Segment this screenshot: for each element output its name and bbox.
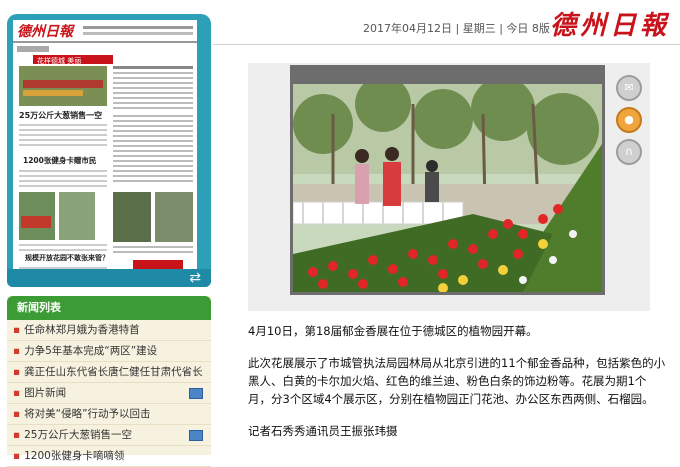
newspaper-thumbnail-image: 德州日報 花样德城 美丽 25万公斤大葱销售一空 1200张健身卡赠市民 规模开… <box>13 20 197 278</box>
thumb-headline-1: 25万公斤大葱销售一空 <box>19 110 102 120</box>
tulip-garden-image <box>293 84 602 292</box>
news-item-3[interactable]: ▪ 龚正任山东代省长唐仁健任甘肃代省长 <box>7 362 211 383</box>
page-header: 2017年04月12日 | 星期三 | 今日 8版 德州日報 <box>213 0 680 45</box>
news-item-label: 力争5年基本完成“两区”建设 <box>24 345 158 357</box>
news-item-label: 龚正任山东代省长唐仁健任甘肃代省长 <box>24 366 203 378</box>
swap-arrows-icon[interactable]: ⇄ <box>189 270 201 286</box>
bullet-icon: ▪ <box>13 345 21 357</box>
photo-icon <box>189 388 203 399</box>
headphones-icon[interactable]: ∩ <box>616 139 642 165</box>
article-byline: 记者石秀秀通讯员王振张玮摄 <box>248 424 398 438</box>
news-item-7[interactable]: ▪ 1200张健身卡嘀嘀领 <box>7 446 211 467</box>
news-item-1[interactable]: ▪ 任命林郑月娥为香港特首 <box>7 320 211 341</box>
article-paragraph-2: 此次花展展示了市城管执法局园林局从北京引进的11个郁金香品种，包括紫色的小黑人、… <box>248 356 666 406</box>
bullet-icon: ▪ <box>13 450 21 462</box>
bullet-icon: ▪ <box>13 366 21 378</box>
page-thumbnail-frame: 德州日報 花样德城 美丽 25万公斤大葱销售一空 1200张健身卡赠市民 规模开… <box>7 14 211 287</box>
issue-date: 2017年04月12日 <box>363 22 452 35</box>
news-item-label: 图片新闻 <box>24 387 67 399</box>
left-column: 德州日報 花样德城 美丽 25万公斤大葱销售一空 1200张健身卡赠市民 规模开… <box>0 0 213 467</box>
photo-frame <box>290 65 605 295</box>
news-item-label: 将对美“侵略”行动予以回击 <box>24 408 151 420</box>
newspaper-logo: 德州日報 <box>549 11 670 41</box>
news-item-label: 任命林郑月娥为香港特首 <box>24 324 140 336</box>
tulip-photo[interactable] <box>293 84 602 292</box>
bullet-icon: ▪ <box>13 408 21 420</box>
bullet-icon: ▪ <box>13 429 21 441</box>
news-item-4[interactable]: ▪ 图片新闻 <box>7 383 211 404</box>
photo-panel: ✉ ● ∩ <box>248 63 650 311</box>
speech-icon[interactable]: ✉ <box>616 75 642 101</box>
bullet-icon: ▪ <box>13 324 21 336</box>
news-item-label: 25万公斤大葱销售一空 <box>24 429 132 441</box>
article-body: 4月10日，第18届郁金香展在位于德城区的植物园开幕。 此次花展展示了市城管执法… <box>248 322 668 454</box>
news-item-2[interactable]: ▪ 力争5年基本完成“两区”建设 <box>7 341 211 362</box>
person-icon[interactable]: ● <box>616 107 642 133</box>
thumb-headline-2: 1200张健身卡赠市民 <box>23 155 97 165</box>
thumb-headline-3: 规模开放花园不敢张来管？ <box>25 253 109 262</box>
thumb-section-title: 花样德城 美丽 <box>37 56 81 65</box>
news-item-6[interactable]: ▪ 25万公斤大葱销售一空 <box>7 425 211 446</box>
news-list-panel: 新闻列表 ▪ 任命林郑月娥为香港特首 ▪ 力争5年基本完成“两区”建设 ▪ 龚正任山东… <box>7 296 211 467</box>
news-list-title: 新闻列表 <box>7 296 211 320</box>
article-paragraph-1: 4月10日，第18届郁金香展在位于德城区的植物园开幕。 <box>248 324 538 338</box>
page-thumbnail[interactable]: 德州日報 花样德城 美丽 25万公斤大葱销售一空 1200张健身卡赠市民 规模开… <box>13 20 197 278</box>
news-item-label: 1200张健身卡嘀嘀领 <box>24 450 125 462</box>
issue-edition: 今日 8版 <box>506 22 550 35</box>
date-line: 2017年04月12日 | 星期三 | 今日 8版 <box>363 22 550 35</box>
news-item-5[interactable]: ▪ 将对美“侵略”行动予以回击 <box>7 404 211 425</box>
thumb-masthead: 德州日報 <box>17 23 75 40</box>
issue-weekday: 星期三 <box>462 22 496 35</box>
photo-icon <box>189 430 203 441</box>
bullet-icon: ▪ <box>13 387 21 399</box>
thumbnail-toolbar: ⇄ <box>7 269 211 287</box>
